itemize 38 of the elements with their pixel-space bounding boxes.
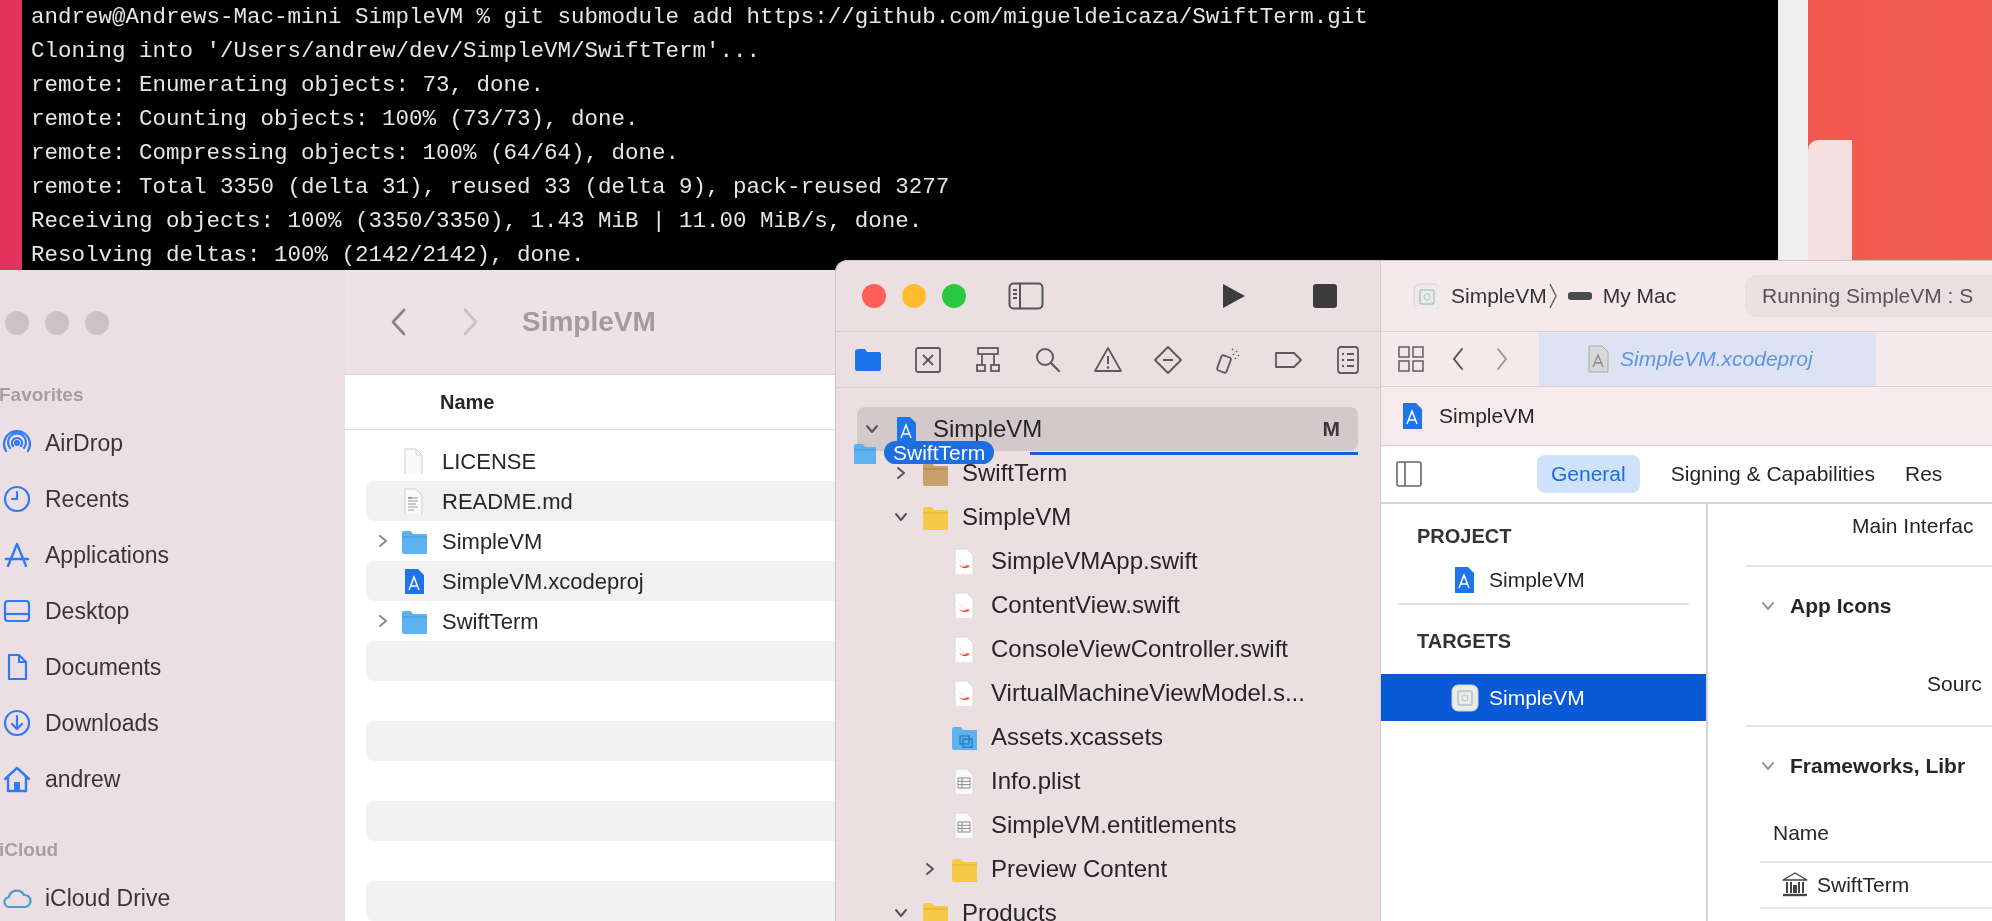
window-title: SimpleVM: [522, 305, 656, 339]
terminal-line: Receiving objects: 100% (3350/3350), 1.43 MiB | 11.00 MiB/s, done.: [31, 207, 924, 236]
file-name: SwiftTerm: [442, 607, 539, 636]
file-name: SwiftTerm: [962, 461, 1068, 485]
section-title: Frameworks, Libr: [1790, 753, 1966, 780]
terminal-line: remote: Compressing objects: 100% (64/64), done.: [31, 139, 681, 168]
file-name: Info.plist: [991, 769, 1081, 793]
section-header: PROJECT: [1417, 524, 1512, 549]
activity-status: Running SimpleVM : S: [1745, 275, 1992, 317]
file-name: SimpleVM: [442, 527, 543, 556]
file-name: VirtualMachineViewModel.s...: [991, 681, 1305, 705]
field-label: Sourc: [1927, 671, 1982, 698]
file-name: SimpleVM: [933, 417, 1043, 441]
terminal-line: remote: Counting objects: 100% (73/73), done.: [31, 105, 640, 134]
section-header: TARGETS: [1417, 629, 1512, 654]
section-header: iCloud: [0, 837, 59, 862]
file-name: SimpleVM: [962, 505, 1072, 529]
status-label: M: [1322, 416, 1340, 443]
terminal-line: Cloning into '/Users/andrew/dev/SimpleVM/SwiftTerm'...: [31, 37, 762, 66]
terminal-line: Resolving deltas: 100% (2142/2142), done.: [31, 241, 586, 270]
file-name: ConsoleViewController.swift: [991, 637, 1289, 661]
file-name: README.md: [442, 487, 573, 516]
file-name: SimpleVM.xcodeproj: [442, 567, 644, 596]
file-name: SimpleVMApp.swift: [991, 549, 1198, 573]
file-name: Products: [962, 901, 1057, 921]
terminal-line: remote: Total 3350 (delta 31), reused 33 (delta 9), pack-reused 3277: [31, 173, 951, 202]
file-name: SimpleVM.entitlements: [991, 813, 1237, 837]
terminal-line: remote: Enumerating objects: 73, done.: [31, 71, 546, 100]
section-header: Favorites: [0, 382, 84, 407]
project-name: SimpleVM: [1439, 403, 1535, 430]
file-name: LICENSE: [442, 447, 537, 476]
drag-tooltip: SwiftTerm: [884, 441, 995, 464]
file-name: ContentView.swift: [991, 593, 1180, 617]
field-label: Main Interfac: [1852, 513, 1974, 540]
section-title: App Icons: [1790, 593, 1892, 620]
file-name: Preview Content: [991, 857, 1168, 881]
terminal-line: andrew@Andrews-Mac-mini SimpleVM % git submodule add https://github.com/migueldeicaza/SwiftTerm.git: [31, 3, 1369, 32]
file-name: Assets.xcassets: [991, 725, 1164, 749]
